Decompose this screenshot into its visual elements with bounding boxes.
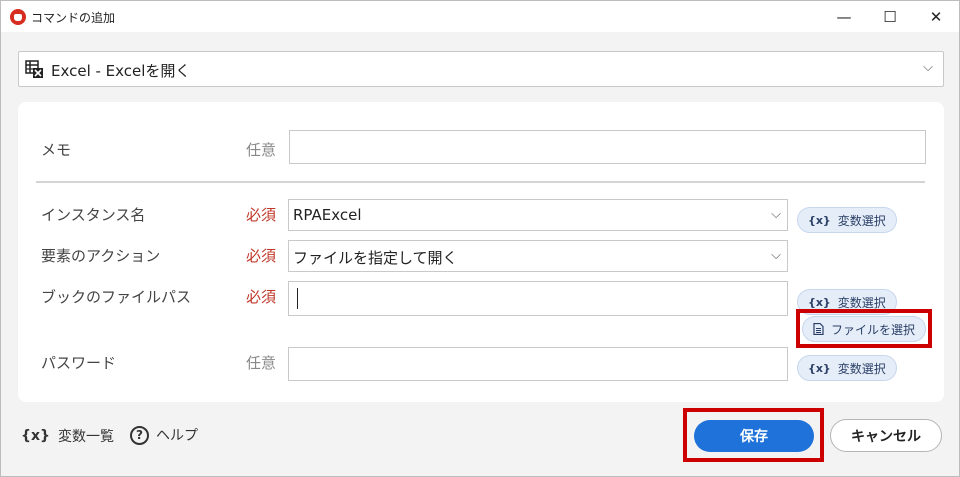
help-label: ヘルプ (156, 428, 198, 444)
action-select[interactable]: ファイルを指定して開く ⌵ (288, 240, 788, 272)
instance-select[interactable]: RPAExcel ⌵ (288, 199, 788, 231)
instance-required-tag: 必須 (246, 206, 277, 224)
command-select[interactable]: Excel - Excelを開く ⌵ (18, 51, 944, 87)
app-logo-icon (10, 9, 26, 25)
title-bar: コマンドの追加 — ☐ ✕ (1, 1, 959, 32)
action-select-value: ファイルを指定して開く (293, 249, 458, 267)
chevron-down-icon: ⌵ (771, 207, 781, 222)
close-button[interactable]: ✕ (913, 1, 959, 32)
variable-select-label: 変数選択 (837, 213, 886, 228)
instance-variable-select-button[interactable]: {x} 変数選択 (797, 207, 897, 233)
variable-select-label: 変数選択 (837, 361, 886, 376)
variables-list-label: 変数一覧 (57, 429, 114, 445)
instance-select-value: RPAExcel (293, 206, 362, 224)
memo-optional-tag: 任意 (246, 141, 277, 159)
chevron-down-icon: ⌵ (771, 248, 781, 263)
help-link[interactable]: ? ヘルプ (130, 425, 198, 445)
filepath-required-tag: 必須 (246, 288, 277, 306)
text-cursor (297, 288, 298, 309)
save-highlight (683, 408, 824, 462)
filepath-input[interactable] (288, 281, 788, 316)
variable-icon: {x} (808, 213, 831, 227)
variable-icon: {x} (808, 295, 831, 309)
window-title: コマンドの追加 (31, 11, 116, 25)
password-optional-tag: 任意 (246, 354, 277, 372)
maximize-button[interactable]: ☐ (867, 1, 913, 32)
file-select-highlight (796, 309, 932, 348)
add-command-dialog: コマンドの追加 — ☐ ✕ Excel - Excelを開く ⌵ メモ 任意 イ… (0, 0, 960, 477)
minimize-button[interactable]: — (821, 1, 867, 32)
variable-icon: {x} (808, 361, 831, 375)
excel-sheet-icon (25, 60, 43, 78)
variables-list-link[interactable]: {x} 変数一覧 (21, 426, 114, 446)
instance-label: インスタンス名 (41, 206, 146, 224)
variables-icon: {x} (21, 428, 50, 444)
command-select-value: Excel - Excelを開く (51, 62, 191, 80)
chevron-down-icon: ⌵ (923, 60, 933, 75)
memo-input[interactable] (289, 130, 926, 164)
divider (36, 181, 925, 183)
help-icon: ? (130, 425, 149, 445)
action-label: 要素のアクション (41, 247, 161, 265)
action-required-tag: 必須 (246, 247, 277, 265)
variable-select-label: 変数選択 (837, 295, 886, 310)
form-card: メモ 任意 インスタンス名 必須 RPAExcel ⌵ {x} 変数選択 要素の… (18, 102, 944, 402)
password-label: パスワード (41, 354, 117, 372)
filepath-label: ブックのファイルパス (41, 288, 192, 306)
password-input[interactable] (288, 347, 788, 381)
cancel-button[interactable]: キャンセル (830, 419, 942, 452)
password-variable-select-button[interactable]: {x} 変数選択 (797, 355, 897, 381)
memo-label: メモ (41, 141, 72, 159)
